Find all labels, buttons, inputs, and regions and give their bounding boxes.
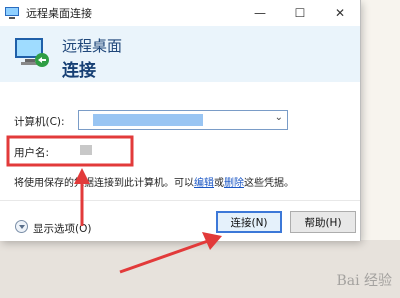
annotation-overlay [6,135,222,274]
red-arrow-up-head [74,168,90,184]
red-arrow-diag-line [119,239,209,274]
username-highlight-box [6,135,134,167]
